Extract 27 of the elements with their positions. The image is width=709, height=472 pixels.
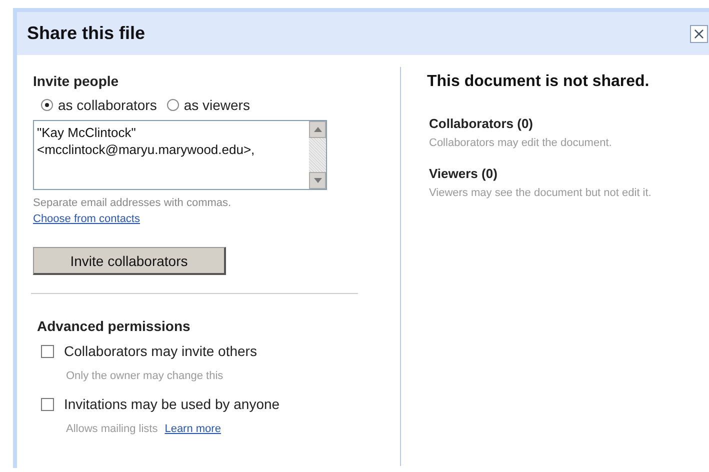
- learn-more-link[interactable]: Learn more: [164, 423, 221, 435]
- group-note: Collaborators may edit the document.: [429, 137, 613, 149]
- checkbox[interactable]: [41, 344, 54, 358]
- section-heading: Invite people: [33, 73, 120, 89]
- note-text: Allows mailing lists: [66, 423, 158, 435]
- radio-label[interactable]: as viewers: [184, 97, 250, 113]
- radio-button[interactable]: [166, 99, 179, 111]
- radio-button[interactable]: [41, 99, 53, 111]
- email-field[interactable]: "Kay McClintock" <mcclintock@maryu.marywood.edu>,: [33, 120, 327, 190]
- checkbox-label[interactable]: Collaborators may invite others: [64, 343, 257, 359]
- radio-label[interactable]: as collaborators: [58, 97, 157, 113]
- dialog-title: Share this file: [27, 23, 146, 44]
- group-title: Viewers (0): [429, 166, 498, 181]
- group-title: Collaborators (0): [429, 116, 534, 131]
- up-arrow-icon[interactable]: [314, 127, 322, 132]
- choose-contacts-link[interactable]: Choose from contacts: [33, 213, 140, 225]
- status-heading: This document is not shared.: [427, 73, 650, 91]
- note-text: Only the owner may change this: [66, 370, 224, 382]
- invite-button[interactable]: Invite collaborators: [33, 247, 226, 275]
- scrollbar[interactable]: [309, 121, 326, 189]
- group-note: Viewers may see the document but not edit it.: [429, 187, 652, 199]
- hint-text: Separate email addresses with commas.: [33, 197, 232, 209]
- down-arrow-icon[interactable]: [314, 178, 322, 183]
- section-heading: Advanced permissions: [36, 318, 192, 334]
- close-button[interactable]: ×: [690, 24, 708, 42]
- checkbox-label[interactable]: Invitations may be used by anyone: [64, 396, 280, 412]
- checkbox[interactable]: [41, 398, 54, 410]
